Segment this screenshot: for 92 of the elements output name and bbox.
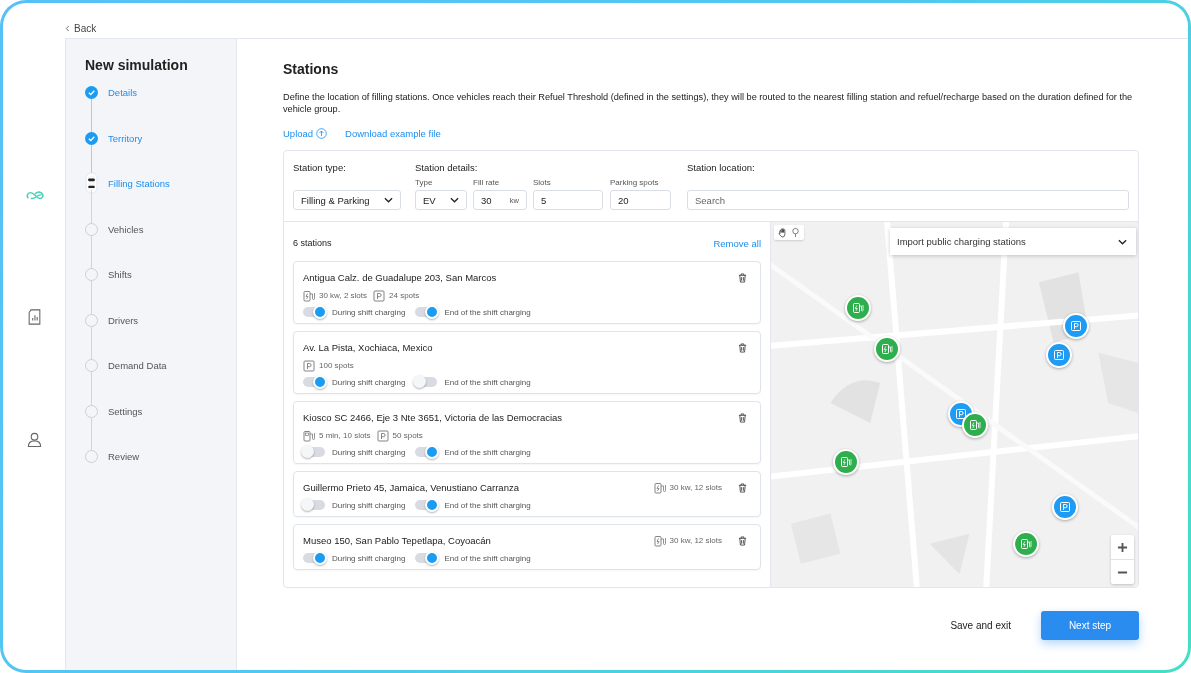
toggle-switch[interactable] <box>303 553 325 563</box>
upload-link[interactable]: Upload <box>283 128 328 139</box>
delete-icon[interactable] <box>738 535 747 546</box>
charger-icon <box>852 302 864 314</box>
toggle-label: End of the shift charging <box>444 447 531 457</box>
station-meta: 30 kw, 12 slots <box>669 483 722 492</box>
fuel-pump-icon <box>303 429 315 442</box>
step-link[interactable]: Demand Data <box>108 359 167 372</box>
import-stations-dropdown[interactable]: Import public charging stations <box>890 228 1136 255</box>
delete-icon[interactable] <box>738 342 747 353</box>
parking-icon <box>1059 501 1071 513</box>
station-address: Kiosco SC 2466, Eje 3 Nte 3651, Victoria de las Democracias <box>303 412 564 423</box>
download-link[interactable]: Download example file <box>345 128 441 139</box>
toggle-switch[interactable] <box>415 377 438 387</box>
field-label: Station type: <box>293 162 347 175</box>
field-label: Fill rate <box>473 177 501 189</box>
delete-icon[interactable] <box>738 482 747 493</box>
location-search-field[interactable]: Search <box>687 190 1129 210</box>
toggle-label: During shift charging <box>332 307 406 317</box>
charger-icon <box>969 419 981 431</box>
station-meta: 30 kw, 12 slots <box>669 536 722 545</box>
toggle-switch[interactable] <box>415 447 438 457</box>
station-meta: 24 spots <box>389 291 420 300</box>
delete-icon[interactable] <box>738 412 747 423</box>
caret-icon <box>1118 238 1127 245</box>
parking-icon <box>955 408 967 420</box>
toggle-label: End of the shift charging <box>444 553 531 563</box>
charger-icon <box>840 456 852 468</box>
field-label: Slots <box>533 177 552 189</box>
station-address: Museo 150, San Pablo Tepetlapa, Coyoacán <box>303 535 492 546</box>
toggle-switch[interactable] <box>303 307 325 317</box>
toggle-label: End of the shift charging <box>444 500 531 510</box>
parking-icon <box>373 289 386 302</box>
station-meta: 100 spots <box>319 361 354 370</box>
field-label: Type <box>415 177 434 189</box>
user-icon[interactable] <box>27 432 42 447</box>
charger-icon <box>303 289 315 302</box>
plus-icon <box>1117 541 1128 553</box>
step-link[interactable]: Drivers <box>108 313 139 327</box>
sidebar-title: New simulation <box>85 57 189 73</box>
type-select[interactable]: EV <box>415 190 467 210</box>
report-icon[interactable] <box>27 309 42 325</box>
toggle-label: End of the shift charging <box>444 377 531 387</box>
delete-icon[interactable] <box>738 272 747 283</box>
description-text: Define the location of filling stations. Once vehicles reach their Refuel Threshold (defined in the settings), they will be routed to the nearest filling station and refuel/recharge based on the duration defined for the vehicle group. <box>283 91 1133 115</box>
save-and-exit-button[interactable]: Save and exit <box>944 619 1017 632</box>
slots-field[interactable]: 5 <box>533 190 603 210</box>
station-address: Guillermo Prieto 45, Jamaica, Venustiano Carranza <box>303 482 520 493</box>
toggle-switch[interactable] <box>415 307 438 317</box>
toggle-switch[interactable] <box>303 500 325 510</box>
field-label: Parking spots <box>610 177 660 189</box>
field-label: Station location: <box>687 162 756 175</box>
step-link[interactable]: Settings <box>108 404 143 418</box>
parking-icon <box>1053 349 1065 361</box>
toggle-label: During shift charging <box>332 377 406 387</box>
remove-all-link[interactable]: Remove all <box>713 237 761 249</box>
page-title: Stations <box>283 61 340 77</box>
toggle-switch[interactable] <box>415 500 438 510</box>
station-meta: 5 min, 10 slots <box>319 431 371 440</box>
charger-icon <box>653 534 666 547</box>
parking-icon <box>1070 320 1082 332</box>
charger-icon <box>1020 538 1032 550</box>
charger-icon <box>653 481 666 494</box>
upload-icon <box>316 128 328 139</box>
field-label: Station details: <box>415 162 479 175</box>
toggle-switch[interactable] <box>303 377 325 387</box>
toggle-label: During shift charging <box>332 500 406 510</box>
parking-spots-field[interactable]: 20 <box>610 190 671 210</box>
step-link[interactable]: Shifts <box>108 268 132 281</box>
toggle-label: During shift charging <box>332 553 406 563</box>
pin-icon[interactable] <box>790 227 801 238</box>
station-meta: 30 kw, 2 slots <box>319 291 368 300</box>
station-count: 6 stations <box>293 238 332 248</box>
logo-icon[interactable] <box>25 188 45 202</box>
back-link[interactable]: Back <box>65 23 97 36</box>
charger-icon <box>881 343 893 355</box>
parking-icon <box>303 359 315 372</box>
station-address: Antigua Calz. de Guadalupe 203, San Marcos <box>303 272 498 283</box>
toggle-switch[interactable] <box>303 447 325 457</box>
toggle-label: During shift charging <box>332 447 406 457</box>
caret-icon <box>450 197 459 203</box>
caret-icon <box>384 197 393 203</box>
chevron-left-icon <box>65 25 70 32</box>
parking-icon <box>376 429 389 442</box>
station-type-select[interactable]: Filling & Parking <box>293 190 401 210</box>
toggle-switch[interactable] <box>415 553 438 563</box>
step-link[interactable]: Vehicles <box>108 222 144 236</box>
toggle-label: End of the shift charging <box>444 307 531 317</box>
station-address: Av. La Pista, Xochiaca, Mexico <box>303 342 434 353</box>
step-link[interactable]: Review <box>108 450 140 463</box>
station-meta: 50 spots <box>392 431 423 440</box>
hand-icon[interactable] <box>777 227 788 238</box>
